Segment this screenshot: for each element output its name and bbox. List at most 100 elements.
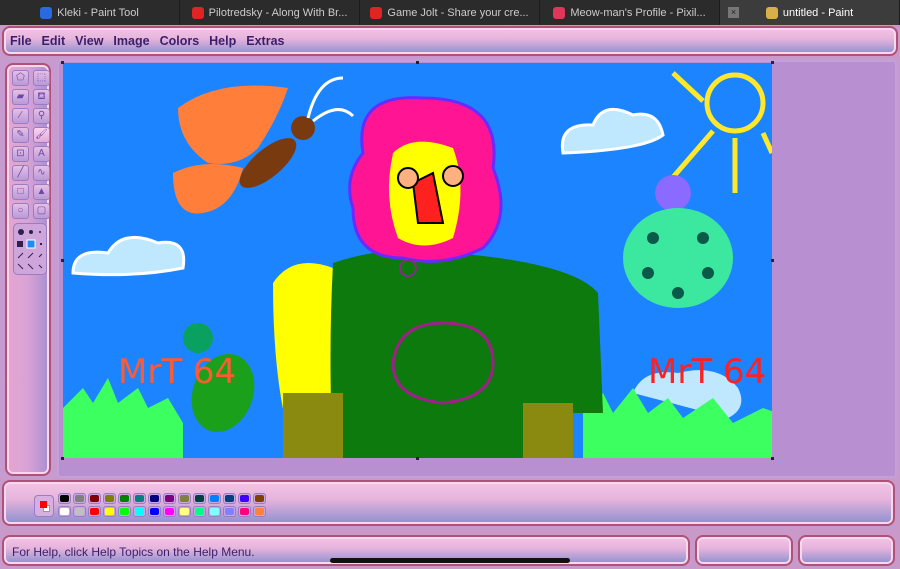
color-swatch[interactable] xyxy=(73,493,86,504)
menu-help[interactable]: Help xyxy=(209,34,236,48)
rounded-rect-icon: ▢ xyxy=(36,205,47,216)
menu-file[interactable]: File xyxy=(10,34,32,48)
drawing-canvas[interactable]: MrT 64 MrT 64 xyxy=(63,63,772,458)
menu-extras[interactable]: Extras xyxy=(246,34,284,48)
color-swatch[interactable] xyxy=(193,506,206,517)
tab-label: Meow-man's Profile - Pixil... xyxy=(570,6,706,19)
color-swatch[interactable] xyxy=(133,493,146,504)
resize-handle[interactable] xyxy=(771,259,774,262)
tab-label: Kleki - Paint Tool xyxy=(57,6,139,19)
color-swatch[interactable] xyxy=(88,506,101,517)
color-swatch[interactable] xyxy=(238,493,251,504)
tab-label: untitled - Paint xyxy=(782,6,854,19)
rect-select-tool[interactable]: ⬚ xyxy=(33,70,50,86)
color-swatch[interactable] xyxy=(253,506,266,517)
tab-label: Pilotredsky - Along With Br... xyxy=(208,6,348,19)
text-tool[interactable]: A xyxy=(33,146,50,162)
fill-tool[interactable]: ⛾ xyxy=(33,89,50,105)
menu-bar: File Edit View Image Colors Help Extras xyxy=(2,26,898,56)
color-swatch[interactable] xyxy=(133,506,146,517)
color-swatch[interactable] xyxy=(193,493,206,504)
color-picker-tool[interactable]: ⁄ xyxy=(12,108,29,124)
browser-tab[interactable]: Meow-man's Profile - Pixil... xyxy=(540,0,720,25)
resize-handle[interactable] xyxy=(416,457,419,460)
color-swatch[interactable] xyxy=(118,506,131,517)
color-swatch[interactable] xyxy=(58,493,71,504)
color-palette xyxy=(2,480,895,526)
magnifier-icon: ⚲ xyxy=(37,110,46,121)
color-swatch[interactable] xyxy=(223,506,236,517)
resize-handle[interactable] xyxy=(61,61,64,64)
menu-edit[interactable]: Edit xyxy=(42,34,66,48)
magnifier-tool[interactable]: ⚲ xyxy=(33,108,50,124)
ellipse-icon: ○ xyxy=(17,205,24,216)
menu-image[interactable]: Image xyxy=(113,34,149,48)
color-swatch[interactable] xyxy=(88,493,101,504)
rounded-rect-tool[interactable]: ▢ xyxy=(33,203,50,219)
resize-handle[interactable] xyxy=(61,259,64,262)
brush-shape-options-icon xyxy=(17,229,43,270)
color-swatch[interactable] xyxy=(103,506,116,517)
curve-icon: ∿ xyxy=(37,167,46,178)
resize-handle[interactable] xyxy=(771,61,774,64)
color-swatch[interactable] xyxy=(103,493,116,504)
color-picker-icon: ⁄ xyxy=(19,110,22,121)
color-swatch[interactable] xyxy=(163,506,176,517)
heart-icon xyxy=(553,6,566,19)
menu-view[interactable]: View xyxy=(75,34,103,48)
home-indicator xyxy=(330,558,570,563)
browser-tab-bar: Kleki - Paint Tool Pilotredsky - Along Wi… xyxy=(0,0,900,25)
browser-tab[interactable]: Game Jolt - Share your cre... xyxy=(360,0,540,25)
color-swatch[interactable] xyxy=(178,506,191,517)
toolbox: ⬠ ⬚ ▰ ⛾ ⁄ ⚲ ✎ 🖌 ⊡ A ╱ ∿ □ ▲ ○ ▢ xyxy=(5,63,51,476)
resize-handle[interactable] xyxy=(416,61,419,64)
airbrush-tool[interactable]: ⊡ xyxy=(12,146,29,162)
curve-tool[interactable]: ∿ xyxy=(33,165,50,181)
color-swatch[interactable] xyxy=(118,493,131,504)
status-pane-coords xyxy=(695,535,793,566)
color-swatch[interactable] xyxy=(178,493,191,504)
polygon-icon: ▲ xyxy=(36,186,47,197)
drawing: MrT 64 MrT 64 xyxy=(63,63,772,458)
color-swatch[interactable] xyxy=(148,493,161,504)
signature-right: MrT 64 xyxy=(648,352,766,392)
resize-handle[interactable] xyxy=(771,457,774,460)
menu-colors[interactable]: Colors xyxy=(160,34,200,48)
fill-icon: ⛾ xyxy=(37,91,46,102)
color-swatch[interactable] xyxy=(73,506,86,517)
rectangle-tool[interactable]: □ xyxy=(12,184,29,200)
brush-icon: 🖌 xyxy=(35,129,48,140)
color-swatch[interactable] xyxy=(208,506,221,517)
current-colors[interactable] xyxy=(34,495,54,517)
youtube-icon xyxy=(370,6,383,19)
color-swatch[interactable] xyxy=(163,493,176,504)
polygon-tool[interactable]: ▲ xyxy=(33,184,50,200)
browser-tab[interactable]: Pilotredsky - Along With Br... xyxy=(180,0,360,25)
color-swatch[interactable] xyxy=(148,506,161,517)
status-pane-size xyxy=(798,535,895,566)
ellipse-tool[interactable]: ○ xyxy=(12,203,29,219)
browser-tab[interactable]: × untitled - Paint xyxy=(720,0,900,25)
browser-tab[interactable]: Kleki - Paint Tool xyxy=(0,0,180,25)
line-icon: ╱ xyxy=(17,167,24,178)
paint-icon xyxy=(765,6,778,19)
eraser-tool[interactable]: ▰ xyxy=(12,89,29,105)
brush-tool[interactable]: 🖌 xyxy=(33,127,50,143)
rect-select-icon: ⬚ xyxy=(36,72,47,83)
eraser-icon: ▰ xyxy=(16,91,25,102)
color-swatch[interactable] xyxy=(253,493,266,504)
free-select-tool[interactable]: ⬠ xyxy=(12,70,29,86)
status-text: For Help, click Help Topics on the Help … xyxy=(12,545,255,559)
close-tab-icon[interactable]: × xyxy=(728,7,739,18)
pencil-tool[interactable]: ✎ xyxy=(12,127,29,143)
color-swatch[interactable] xyxy=(238,506,251,517)
tool-options-box[interactable] xyxy=(13,223,47,275)
color-swatch[interactable] xyxy=(58,506,71,517)
color-swatch[interactable] xyxy=(223,493,236,504)
foreground-color xyxy=(40,501,47,508)
resize-handle[interactable] xyxy=(61,457,64,460)
color-swatch[interactable] xyxy=(208,493,221,504)
kleki-icon xyxy=(40,6,53,19)
line-tool[interactable]: ╱ xyxy=(12,165,29,181)
signature-left: MrT 64 xyxy=(118,352,236,392)
